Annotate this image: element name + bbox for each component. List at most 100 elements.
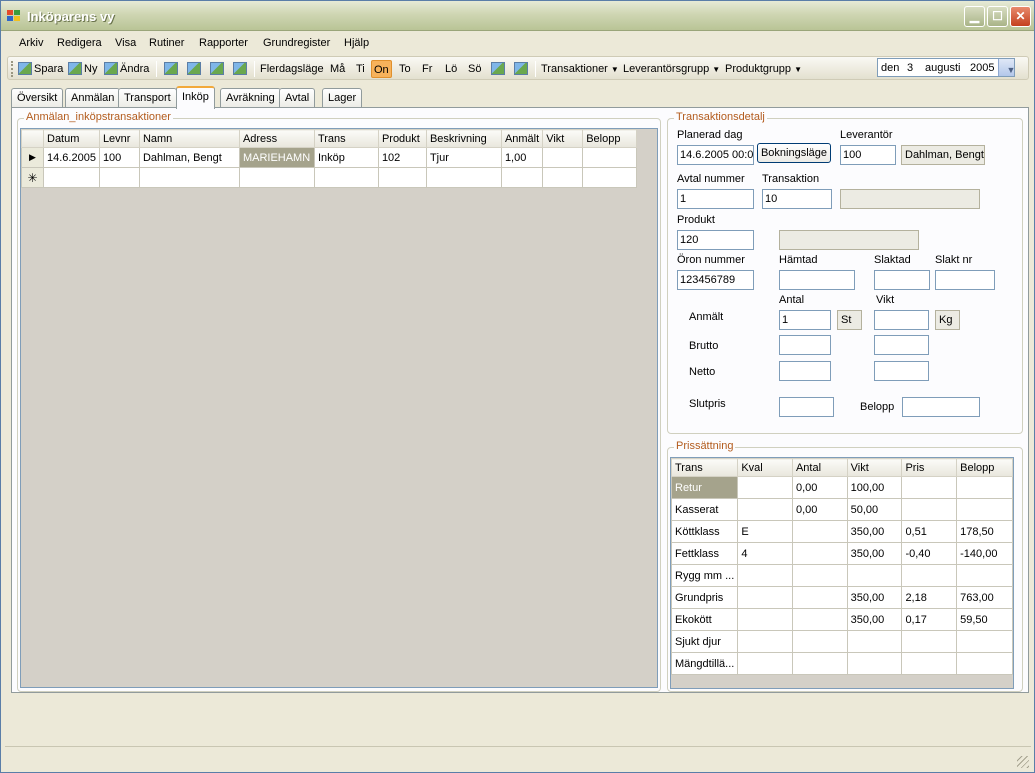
table-cell[interactable]: 1,00: [500, 147, 544, 168]
day-button-to[interactable]: To: [397, 60, 413, 78]
table-cell[interactable]: 50,00: [846, 498, 903, 521]
table-cell[interactable]: [138, 167, 240, 188]
date-picker[interactable]: den 3 augusti 2005 ▼: [877, 58, 1015, 77]
table-cell[interactable]: [846, 564, 903, 587]
table-cell[interactable]: [956, 630, 1013, 653]
column-header[interactable]: Namn: [138, 129, 240, 148]
table-cell[interactable]: [542, 167, 584, 188]
table-cell[interactable]: [737, 564, 793, 587]
table-cell[interactable]: -140,00: [956, 542, 1013, 565]
slakt-nr-field[interactable]: [935, 270, 995, 290]
table-cell[interactable]: [791, 630, 848, 653]
table-cell[interactable]: [901, 652, 958, 675]
toolbar-image-button-1[interactable]: [162, 60, 180, 78]
table-cell[interactable]: [582, 147, 638, 168]
table-cell[interactable]: Kasserat: [670, 498, 739, 521]
table-cell[interactable]: [737, 476, 793, 499]
table-cell[interactable]: Grundpris: [670, 586, 739, 609]
date-dropdown-button[interactable]: ▼: [998, 59, 1015, 76]
table-cell[interactable]: [846, 630, 903, 653]
table-cell[interactable]: Tjur: [425, 147, 502, 168]
toolbar-grip[interactable]: [11, 61, 14, 77]
table-cell[interactable]: Fettklass: [670, 542, 739, 565]
column-header[interactable]: Pris: [901, 458, 958, 477]
leverantor-field[interactable]: 100: [840, 145, 896, 165]
table-cell[interactable]: -0,40: [901, 542, 958, 565]
produktgrupp-dropdown[interactable]: Produktgrupp ▼: [723, 60, 804, 78]
hamtad-field[interactable]: [779, 270, 855, 290]
new-button[interactable]: Ny: [66, 60, 99, 78]
table-row[interactable]: Fettklass 4 350,00 -0,40 -140,00: [670, 542, 1013, 565]
table-cell[interactable]: [956, 476, 1013, 499]
tab-oversikt[interactable]: Översikt: [11, 88, 64, 108]
toolbar-image-button-6[interactable]: [512, 60, 530, 78]
table-cell[interactable]: [901, 498, 958, 521]
table-cell[interactable]: [737, 652, 793, 675]
produkt-field[interactable]: 120: [677, 230, 754, 250]
table-cell[interactable]: Sjukt djur: [670, 630, 739, 653]
leverantorsgrupp-dropdown[interactable]: Leverantörsgrupp ▼: [621, 60, 722, 78]
table-cell[interactable]: [737, 630, 793, 653]
column-header[interactable]: Anmält: [500, 129, 544, 148]
table-cell[interactable]: 0,17: [901, 608, 958, 631]
tab-avtal[interactable]: Avtal: [279, 88, 316, 108]
close-button[interactable]: ✕: [1010, 6, 1031, 27]
table-row[interactable]: Kasserat 0,00 50,00: [670, 498, 1013, 521]
table-cell[interactable]: [956, 498, 1013, 521]
slutpris-field[interactable]: [779, 397, 834, 417]
slaktad-field[interactable]: [874, 270, 930, 290]
table-cell[interactable]: 102: [377, 147, 427, 168]
pricing-grid[interactable]: Trans Kval Antal Vikt Pris Belopp Retur 0…: [670, 457, 1014, 689]
table-cell[interactable]: [791, 608, 848, 631]
table-cell[interactable]: [542, 147, 584, 168]
column-header[interactable]: Antal: [791, 458, 848, 477]
table-cell[interactable]: 178,50: [956, 520, 1013, 543]
table-cell[interactable]: [846, 652, 903, 675]
column-header[interactable]: Adress: [238, 129, 315, 148]
toolbar-image-button-4[interactable]: [231, 60, 249, 78]
table-cell[interactable]: 2,18: [901, 586, 958, 609]
table-row[interactable]: Grundpris 350,00 2,18 763,00: [670, 586, 1013, 609]
table-cell[interactable]: 350,00: [846, 520, 903, 543]
table-cell[interactable]: [791, 652, 848, 675]
toolbar-image-button-3[interactable]: [208, 60, 226, 78]
table-cell[interactable]: [98, 167, 140, 188]
table-cell[interactable]: 100: [98, 147, 140, 168]
oron-nummer-field[interactable]: 123456789: [677, 270, 754, 290]
column-header[interactable]: Belopp: [956, 458, 1013, 477]
table-cell[interactable]: E: [737, 520, 793, 543]
date-year[interactable]: 2005: [970, 62, 994, 74]
table-cell[interactable]: 0,51: [901, 520, 958, 543]
table-cell[interactable]: 100,00: [846, 476, 903, 499]
table-cell[interactable]: Dahlman, Bengt: [138, 147, 240, 168]
column-header[interactable]: Datum: [43, 129, 100, 148]
row-selector-icon[interactable]: ▶: [21, 147, 44, 168]
table-cell[interactable]: 350,00: [846, 542, 903, 565]
table-cell[interactable]: [791, 520, 848, 543]
table-cell[interactable]: [901, 476, 958, 499]
new-row-icon[interactable]: ✳: [21, 167, 44, 188]
table-row[interactable]: Sjukt djur: [670, 630, 1013, 653]
maximize-button[interactable]: ☐: [987, 6, 1008, 27]
minimize-button[interactable]: ▁: [964, 6, 985, 27]
column-header[interactable]: Vikt: [542, 129, 584, 148]
table-cell[interactable]: 763,00: [956, 586, 1013, 609]
column-header[interactable]: Beskrivning: [425, 129, 502, 148]
bokningslage-button[interactable]: Bokningsläge: [757, 143, 831, 163]
table-cell[interactable]: 14.6.2005: [43, 147, 100, 168]
date-day[interactable]: 3: [907, 62, 913, 74]
day-button-ti[interactable]: Ti: [354, 60, 367, 78]
table-cell[interactable]: [43, 167, 100, 188]
table-cell[interactable]: 59,50: [956, 608, 1013, 631]
table-cell[interactable]: [791, 564, 848, 587]
netto-vikt-field[interactable]: [874, 361, 929, 381]
table-cell[interactable]: Ekokött: [670, 608, 739, 631]
day-button-on[interactable]: On: [371, 60, 392, 78]
belopp-field[interactable]: [902, 397, 980, 417]
column-header[interactable]: Kval: [737, 458, 793, 477]
table-cell[interactable]: [956, 652, 1013, 675]
menu-arkiv[interactable]: Arkiv: [19, 37, 43, 49]
table-cell[interactable]: [377, 167, 427, 188]
table-cell[interactable]: [901, 630, 958, 653]
column-header[interactable]: Belopp: [582, 129, 638, 148]
